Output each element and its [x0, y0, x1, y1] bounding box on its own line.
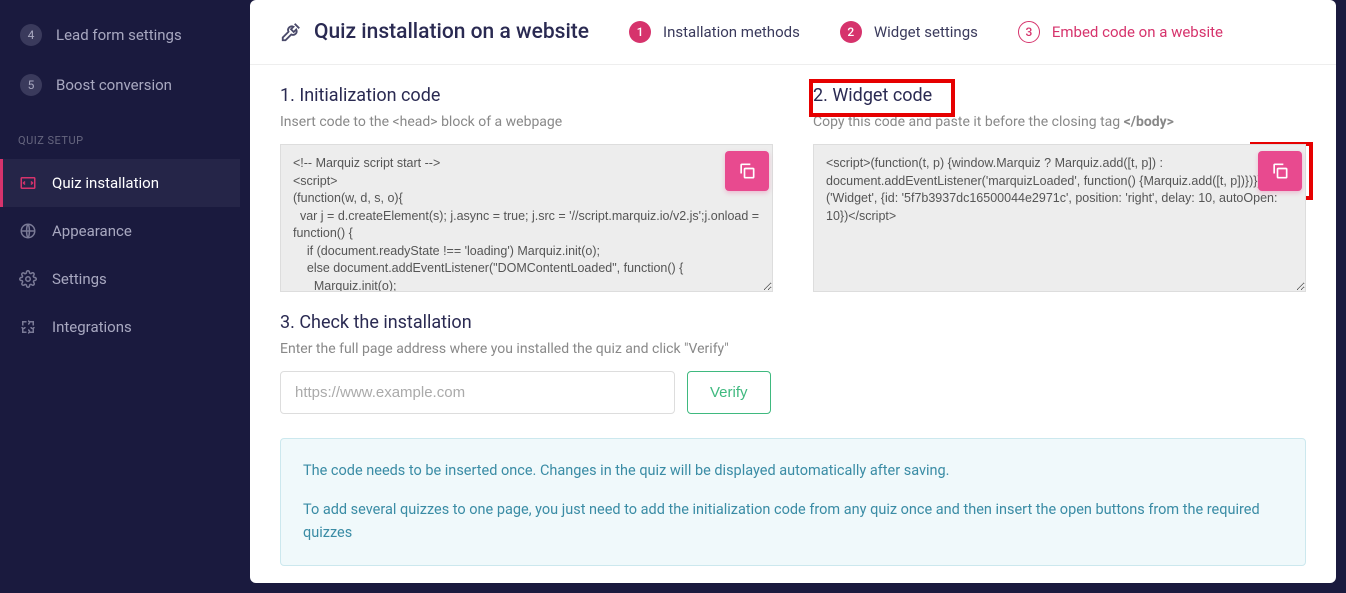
widget-code-section: 2. Widget code Copy this code and paste …: [813, 85, 1306, 292]
step-label: Embed code on a website: [1052, 23, 1223, 41]
sidebar-item-appearance[interactable]: Appearance: [0, 207, 240, 255]
gear-icon: [18, 269, 38, 289]
tools-icon: [280, 21, 302, 43]
step-embed-code[interactable]: 3 Embed code on a website: [1018, 21, 1223, 43]
init-code-section: 1. Initialization code Insert code to th…: [280, 85, 773, 292]
sidebar-item-label: Integrations: [52, 318, 132, 336]
step-label: Widget settings: [874, 23, 978, 41]
sidebar-item-quiz-installation[interactable]: Quiz installation: [0, 159, 240, 207]
step-widget-settings[interactable]: 2 Widget settings: [840, 21, 978, 43]
sidebar-item-label: Quiz installation: [52, 174, 159, 192]
widget-code-box[interactable]: <script>(function(t, p) {window.Marquiz …: [813, 144, 1306, 292]
step-label: Boost conversion: [56, 76, 172, 94]
copy-init-code-button[interactable]: [725, 151, 769, 191]
sidebar: 4 Lead form settings 5 Boost conversion …: [0, 0, 240, 593]
sidebar-item-settings[interactable]: Settings: [0, 255, 240, 303]
section-desc: Insert code to the <head> block of a web…: [280, 114, 773, 130]
section-desc: Enter the full page address where you in…: [280, 341, 1306, 357]
sidebar-step-boost[interactable]: 5 Boost conversion: [0, 60, 240, 110]
page-title: Quiz installation on a website: [280, 20, 589, 44]
section-title: 2. Widget code: [813, 85, 1306, 106]
content: 1. Initialization code Insert code to th…: [250, 65, 1336, 583]
copy-widget-code-button[interactable]: [1258, 151, 1302, 191]
step-label: Lead form settings: [56, 26, 182, 44]
step-num: 2: [840, 21, 862, 43]
step-num: 1: [629, 21, 651, 43]
copy-icon: [737, 161, 757, 181]
info-text: The code needs to be inserted once. Chan…: [303, 459, 1283, 482]
globe-icon: [18, 221, 38, 241]
verify-button[interactable]: Verify: [687, 371, 771, 414]
step-label: Installation methods: [663, 23, 800, 41]
wizard-steps: 1 Installation methods 2 Widget settings…: [629, 21, 1223, 43]
step-number: 5: [20, 74, 42, 96]
main-panel: Quiz installation on a website 1 Install…: [250, 0, 1336, 583]
step-num: 3: [1018, 21, 1040, 43]
section-desc: Copy this code and paste it before the c…: [813, 114, 1306, 130]
puzzle-icon: [18, 317, 38, 337]
sidebar-item-label: Appearance: [52, 222, 132, 240]
copy-icon: [1270, 161, 1290, 181]
sidebar-item-integrations[interactable]: Integrations: [0, 303, 240, 351]
info-box: The code needs to be inserted once. Chan…: [280, 438, 1306, 566]
section-title: 3. Check the installation: [280, 312, 1306, 333]
verify-url-input[interactable]: [280, 371, 675, 414]
sidebar-step-lead-form[interactable]: 4 Lead form settings: [0, 10, 240, 60]
init-code-box[interactable]: <!-- Marquiz script start --> <script> (…: [280, 144, 773, 292]
info-text: To add several quizzes to one page, you …: [303, 498, 1283, 544]
check-installation-section: 3. Check the installation Enter the full…: [280, 312, 1306, 414]
step-installation-methods[interactable]: 1 Installation methods: [629, 21, 800, 43]
sidebar-item-label: Settings: [52, 270, 107, 288]
sidebar-section-label: QUIZ SETUP: [0, 110, 240, 159]
section-title: 1. Initialization code: [280, 85, 773, 106]
code-box-icon: [18, 173, 38, 193]
header: Quiz installation on a website 1 Install…: [250, 0, 1336, 65]
step-number: 4: [20, 24, 42, 46]
